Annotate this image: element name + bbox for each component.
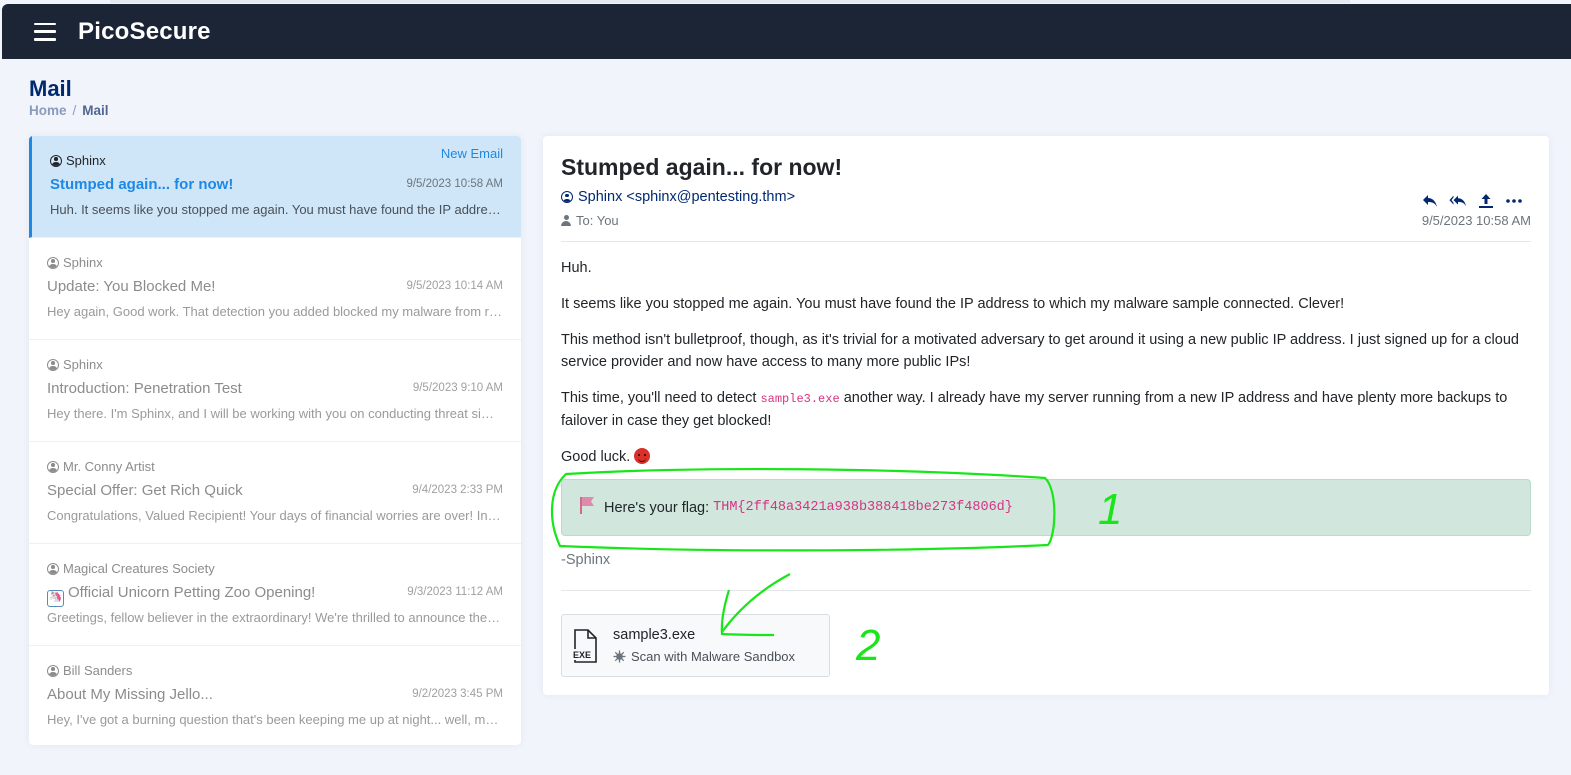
brand-logo[interactable]: PicoSecure bbox=[78, 18, 211, 46]
exe-file-icon: EXE bbox=[572, 629, 597, 663]
unicorn-icon: 🦄 bbox=[47, 590, 64, 607]
flag-value[interactable]: THM{2ff48a3421a938b388418be273f4806d} bbox=[713, 500, 1013, 515]
body-paragraph: This method isn't bulletproof, though, a… bbox=[561, 332, 1519, 370]
mail-preview: Greetings, fellow believer in the extrao… bbox=[47, 610, 503, 625]
user-circle-icon bbox=[47, 460, 59, 473]
flag-label: Here's your flag: bbox=[604, 499, 710, 516]
user-circle-icon bbox=[47, 358, 59, 371]
user-circle-icon bbox=[561, 191, 573, 203]
mail-date: 9/5/2023 9:10 AM bbox=[412, 382, 503, 394]
mail-preview: Hey again, Good work. That detection you… bbox=[47, 304, 503, 319]
person-icon bbox=[561, 215, 571, 226]
body-paragraph: It seems like you stopped me again. You … bbox=[561, 296, 1345, 312]
email-date: 9/5/2023 10:58 AM bbox=[1421, 213, 1531, 228]
mail-date: 9/2/2023 3:45 PM bbox=[412, 688, 503, 700]
reply-icon[interactable] bbox=[1421, 193, 1439, 209]
mail-date: 9/4/2023 2:33 PM bbox=[412, 484, 503, 496]
email-signature: -Sphinx bbox=[561, 552, 611, 568]
breadcrumb: Home / Mail bbox=[29, 103, 109, 118]
user-circle-icon bbox=[47, 256, 59, 269]
mail-list-item[interactable]: Bill Sanders About My Missing Jello... 9… bbox=[29, 646, 521, 745]
mail-sender: Sphinx bbox=[50, 153, 106, 168]
sender-name: Mr. Conny Artist bbox=[63, 459, 155, 474]
mail-preview: Huh. It seems like you stopped me again.… bbox=[50, 202, 503, 217]
to-recipient: To: You bbox=[576, 213, 619, 228]
attachment-name: sample3.exe bbox=[613, 627, 696, 643]
mail-list-item[interactable]: Magical Creatures Society 🦄 Official Unic… bbox=[29, 544, 521, 646]
mail-subject: 🦄 Official Unicorn Petting Zoo Opening! bbox=[47, 584, 315, 607]
email-from[interactable]: Sphinx <sphinx@pentesting.thm> bbox=[561, 189, 795, 205]
from-address: Sphinx <sphinx@pentesting.thm> bbox=[578, 189, 796, 205]
body-paragraph: Good luck. bbox=[561, 446, 1531, 468]
mail-list-item[interactable]: New Email Sphinx Stumped again... for no… bbox=[29, 136, 521, 238]
scan-label: Scan with Malware Sandbox bbox=[631, 649, 796, 664]
file-type-text: EXE bbox=[573, 650, 591, 660]
page-title: Mail bbox=[29, 76, 72, 101]
email-actions bbox=[1421, 193, 1523, 209]
mail-subject: Introduction: Penetration Test bbox=[47, 380, 242, 397]
breadcrumb-current: Mail bbox=[82, 103, 109, 118]
sender-name: Bill Sanders bbox=[63, 663, 133, 678]
sender-name: Sphinx bbox=[66, 153, 106, 168]
mail-list: New Email Sphinx Stumped again... for no… bbox=[29, 136, 521, 745]
mail-preview: Hey there. I'm Sphinx, and I will be wor… bbox=[47, 406, 503, 421]
mail-list-item[interactable]: Sphinx Introduction: Penetration Test 9/… bbox=[29, 340, 521, 442]
email-body: Huh. It seems like you stopped me again.… bbox=[561, 257, 1531, 482]
mail-sender: Bill Sanders bbox=[47, 663, 132, 678]
mail-subject: Update: You Blocked Me! bbox=[47, 278, 216, 295]
forward-icon[interactable] bbox=[1477, 193, 1495, 209]
email-to: To: You bbox=[561, 213, 619, 228]
mail-list-item[interactable]: Sphinx Update: You Blocked Me! 9/5/2023 … bbox=[29, 238, 521, 340]
body-paragraph: Huh. bbox=[561, 260, 592, 276]
reply-all-icon[interactable] bbox=[1449, 193, 1467, 209]
mail-sender: Mr. Conny Artist bbox=[47, 459, 155, 474]
subject-text: Official Unicorn Petting Zoo Opening! bbox=[68, 584, 316, 601]
sender-name: Magical Creatures Society bbox=[63, 561, 215, 576]
header-divider bbox=[561, 241, 1531, 242]
mail-sender: Sphinx bbox=[47, 255, 103, 270]
flag-alert: Here's your flag: THM{2ff48a3421a938b388… bbox=[561, 479, 1531, 536]
top-navbar: PicoSecure bbox=[2, 4, 1571, 59]
mail-date: 9/5/2023 10:14 AM bbox=[406, 280, 503, 292]
mail-date: 9/3/2023 11:12 AM bbox=[407, 586, 503, 598]
user-circle-icon bbox=[50, 154, 62, 167]
sender-name: Sphinx bbox=[63, 357, 103, 372]
mail-subject: About My Missing Jello... bbox=[47, 686, 213, 703]
virus-icon bbox=[613, 650, 626, 663]
mail-list-item[interactable]: Mr. Conny Artist Special Offer: Get Rich… bbox=[29, 442, 521, 544]
body-text: This time, you'll need to detect bbox=[561, 390, 757, 406]
sender-name: Sphinx bbox=[63, 255, 103, 270]
user-circle-icon bbox=[47, 664, 59, 677]
flag-icon bbox=[580, 496, 594, 514]
mail-preview: Congratulations, Valued Recipient! Your … bbox=[47, 508, 503, 523]
scan-malware-button[interactable]: Scan with Malware Sandbox bbox=[613, 649, 795, 664]
menu-toggle-icon[interactable] bbox=[34, 22, 56, 41]
attachment-divider bbox=[561, 590, 1531, 591]
mail-subject: Special Offer: Get Rich Quick bbox=[47, 482, 243, 499]
inline-code: sample3.exe bbox=[760, 392, 840, 406]
body-paragraph: This time, you'll need to detect sample3… bbox=[561, 387, 1531, 432]
body-text: Good luck. bbox=[561, 449, 631, 465]
mail-subject: Stumped again... for now! bbox=[50, 176, 234, 193]
attachment-card[interactable]: EXE sample3.exe Scan with Malware Sandbo… bbox=[561, 614, 830, 677]
mail-date: 9/5/2023 10:58 AM bbox=[406, 178, 503, 190]
email-detail: Stumped again... for now! Sphinx <sphinx… bbox=[543, 136, 1549, 695]
new-email-button[interactable]: New Email bbox=[441, 146, 503, 161]
breadcrumb-separator: / bbox=[72, 103, 77, 118]
email-subject: Stumped again... for now! bbox=[561, 154, 843, 180]
mail-sender: Magical Creatures Society bbox=[47, 561, 215, 576]
mail-preview: Hey, I've got a burning question that's … bbox=[47, 712, 503, 727]
breadcrumb-home[interactable]: Home bbox=[29, 103, 67, 118]
devil-emoji-icon bbox=[634, 448, 651, 464]
top-border bbox=[110, 0, 1350, 3]
mail-sender: Sphinx bbox=[47, 357, 103, 372]
user-circle-icon bbox=[47, 562, 59, 575]
more-icon[interactable] bbox=[1505, 193, 1523, 209]
